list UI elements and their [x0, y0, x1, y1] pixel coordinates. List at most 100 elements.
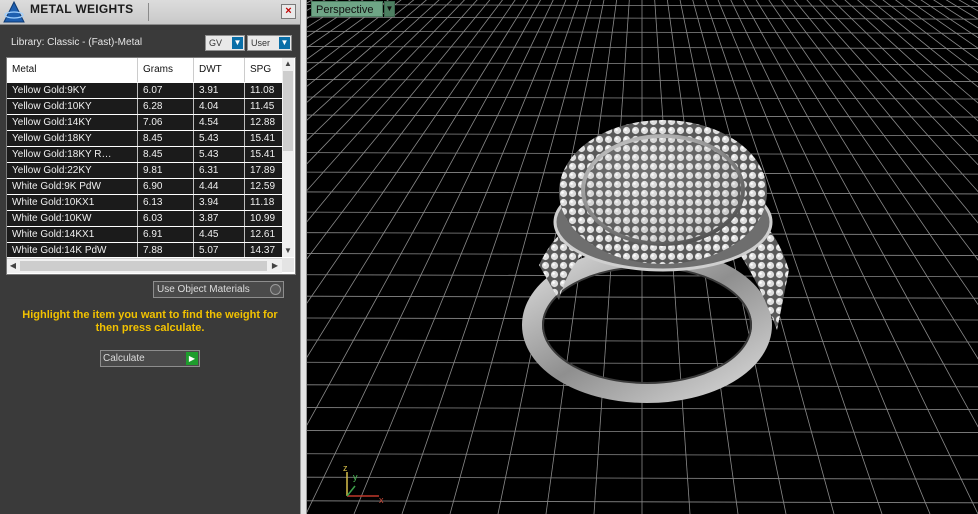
table-cell: 12.88 — [244, 115, 282, 130]
gv-dropdown-label: GV — [209, 38, 223, 48]
grid-line — [831, 0, 978, 142]
app-logo-icon — [3, 0, 25, 23]
table-row[interactable]: White Gold:9K PdW 6.90 4.44 12.59 — [7, 179, 282, 194]
grid-line — [307, 0, 364, 38]
grid-line — [307, 453, 978, 457]
table-cell: White Gold:10KW — [12, 213, 92, 224]
table-cell: 11.18 — [244, 195, 282, 210]
axis-gizmo-icon: z y x — [343, 463, 384, 505]
table-cell: 14.37 — [244, 243, 282, 257]
table-row[interactable]: Yellow Gold:22KY 9.81 6.31 17.89 — [7, 163, 282, 178]
viewport-grid — [307, 0, 978, 514]
grid-line — [945, 0, 978, 20]
table-cell: 6.03 — [137, 211, 193, 226]
grid-line — [307, 114, 978, 118]
scroll-left-icon[interactable]: ◀ — [7, 259, 19, 273]
table-cell: 5.07 — [193, 243, 244, 257]
table-row[interactable]: Yellow Gold:9KY 6.07 3.91 11.08 — [7, 83, 282, 98]
scroll-up-icon[interactable]: ▲ — [282, 58, 294, 70]
table-cell: 3.87 — [193, 211, 244, 226]
table-cell: 8.45 — [137, 147, 193, 162]
table-cell: White Gold:10KX1 — [12, 197, 95, 208]
use-object-materials-label: Use Object Materials — [157, 284, 250, 295]
use-object-materials-toggle[interactable]: Use Object Materials — [153, 281, 284, 298]
library-label: Library: Classic - (Fast)-Metal — [11, 37, 143, 48]
table-cell: 6.28 — [137, 99, 193, 114]
scroll-thumb[interactable] — [283, 71, 293, 151]
grid-line — [307, 361, 978, 365]
table-cell: 6.31 — [193, 163, 244, 178]
table-cell: 10.99 — [244, 211, 282, 226]
table-cell: 15.41 — [244, 131, 282, 146]
table-cell: 7.88 — [137, 243, 193, 257]
grid-line — [307, 16, 978, 20]
table-body: Metal Grams DWT SPG Yellow Gold:9KY 6.07 3… — [7, 58, 282, 257]
user-dropdown[interactable]: User ▼ — [247, 35, 292, 51]
table-cell: 5.43 — [193, 147, 244, 162]
table-cell: 9.81 — [137, 163, 193, 178]
table-cell: 6.13 — [137, 195, 193, 210]
table-cell: 7.06 — [137, 115, 193, 130]
table-cell: Yellow Gold:10KY — [12, 101, 92, 112]
table-cell: 3.91 — [193, 83, 244, 98]
metal-weights-panel: METAL WEIGHTS × Library: Classic - (Fast… — [0, 0, 300, 514]
play-arrow-icon[interactable]: ▶ — [186, 352, 198, 365]
instruction-text: Highlight the item you want to find the … — [22, 309, 278, 334]
grid-line — [307, 0, 478, 192]
scroll-thumb[interactable] — [20, 261, 267, 271]
grid-line — [307, 0, 529, 358]
table-row[interactable]: Yellow Gold:18KY R… 8.45 5.43 15.41 — [7, 147, 282, 162]
title-separator — [148, 3, 149, 21]
table-cell: 4.54 — [193, 115, 244, 130]
table-cell: Yellow Gold:18KY — [12, 133, 92, 144]
table-cell: 6.90 — [137, 179, 193, 194]
horizontal-scrollbar[interactable]: ◀ ▶ — [7, 258, 282, 273]
table-cell: Yellow Gold:14KY — [12, 117, 92, 128]
chevron-down-icon[interactable]: ▼ — [384, 1, 395, 17]
column-header-metal[interactable]: Metal — [7, 58, 136, 82]
column-header-spg[interactable]: SPG — [244, 58, 282, 82]
table-row[interactable]: White Gold:14KX1 6.91 4.45 12.61 — [7, 227, 282, 242]
table-row[interactable]: White Gold:10KW 6.03 3.87 10.99 — [7, 211, 282, 226]
chevron-down-icon: ▼ — [279, 37, 290, 49]
table-cell: 11.08 — [244, 83, 282, 98]
table-cell: 12.59 — [244, 179, 282, 194]
column-header-grams[interactable]: Grams — [137, 58, 193, 82]
chevron-down-icon: ▼ — [232, 37, 243, 49]
table-row[interactable]: White Gold:14K PdW 7.88 5.07 14.37 — [7, 243, 282, 257]
table-cell: 12.61 — [244, 227, 282, 242]
table-row[interactable]: Yellow Gold:10KY 6.28 4.04 11.45 — [7, 99, 282, 114]
table-row[interactable]: Yellow Gold:18KY 8.45 5.43 15.41 — [7, 131, 282, 146]
table-cell: White Gold:9K PdW — [12, 181, 101, 192]
table-row[interactable]: White Gold:10KX1 6.13 3.94 11.18 — [7, 195, 282, 210]
grid-line — [307, 407, 978, 410]
calculate-button[interactable]: Calculate ▶ — [100, 350, 200, 367]
table-cell: 4.04 — [193, 99, 244, 114]
table-row[interactable]: Yellow Gold:14KY 7.06 4.54 12.88 — [7, 115, 282, 130]
grid-line — [307, 339, 978, 343]
column-header-dwt[interactable]: DWT — [193, 58, 244, 82]
table-cell: 5.43 — [193, 131, 244, 146]
panel-splitter[interactable] — [300, 0, 307, 514]
table-cell: 11.45 — [244, 99, 282, 114]
scroll-down-icon[interactable]: ▼ — [282, 245, 294, 257]
grid-line — [307, 0, 465, 165]
grid-line — [307, 295, 978, 299]
scroll-right-icon[interactable]: ▶ — [269, 259, 281, 273]
calculate-label: Calculate — [103, 353, 145, 364]
radio-icon[interactable] — [270, 284, 281, 295]
table-cell: 6.91 — [137, 227, 193, 242]
scrollbar-corner — [282, 258, 294, 272]
table-cell: 6.07 — [137, 83, 193, 98]
viewport-name-tab[interactable]: Perspective — [311, 1, 383, 17]
vertical-scrollbar[interactable]: ▲ ▼ — [282, 58, 294, 257]
metal-weights-table: Metal Grams DWT SPG Yellow Gold:9KY 6.07 3… — [6, 57, 296, 275]
close-icon[interactable]: × — [281, 4, 296, 19]
perspective-viewport[interactable]: Perspective ▼ z y x — [307, 0, 978, 514]
gv-dropdown[interactable]: GV ▼ — [205, 35, 245, 51]
grid-line — [819, 0, 978, 166]
grid-line — [882, 0, 978, 74]
ring-model[interactable] — [522, 120, 789, 403]
grid-line — [307, 30, 978, 34]
grid-line — [793, 0, 978, 224]
